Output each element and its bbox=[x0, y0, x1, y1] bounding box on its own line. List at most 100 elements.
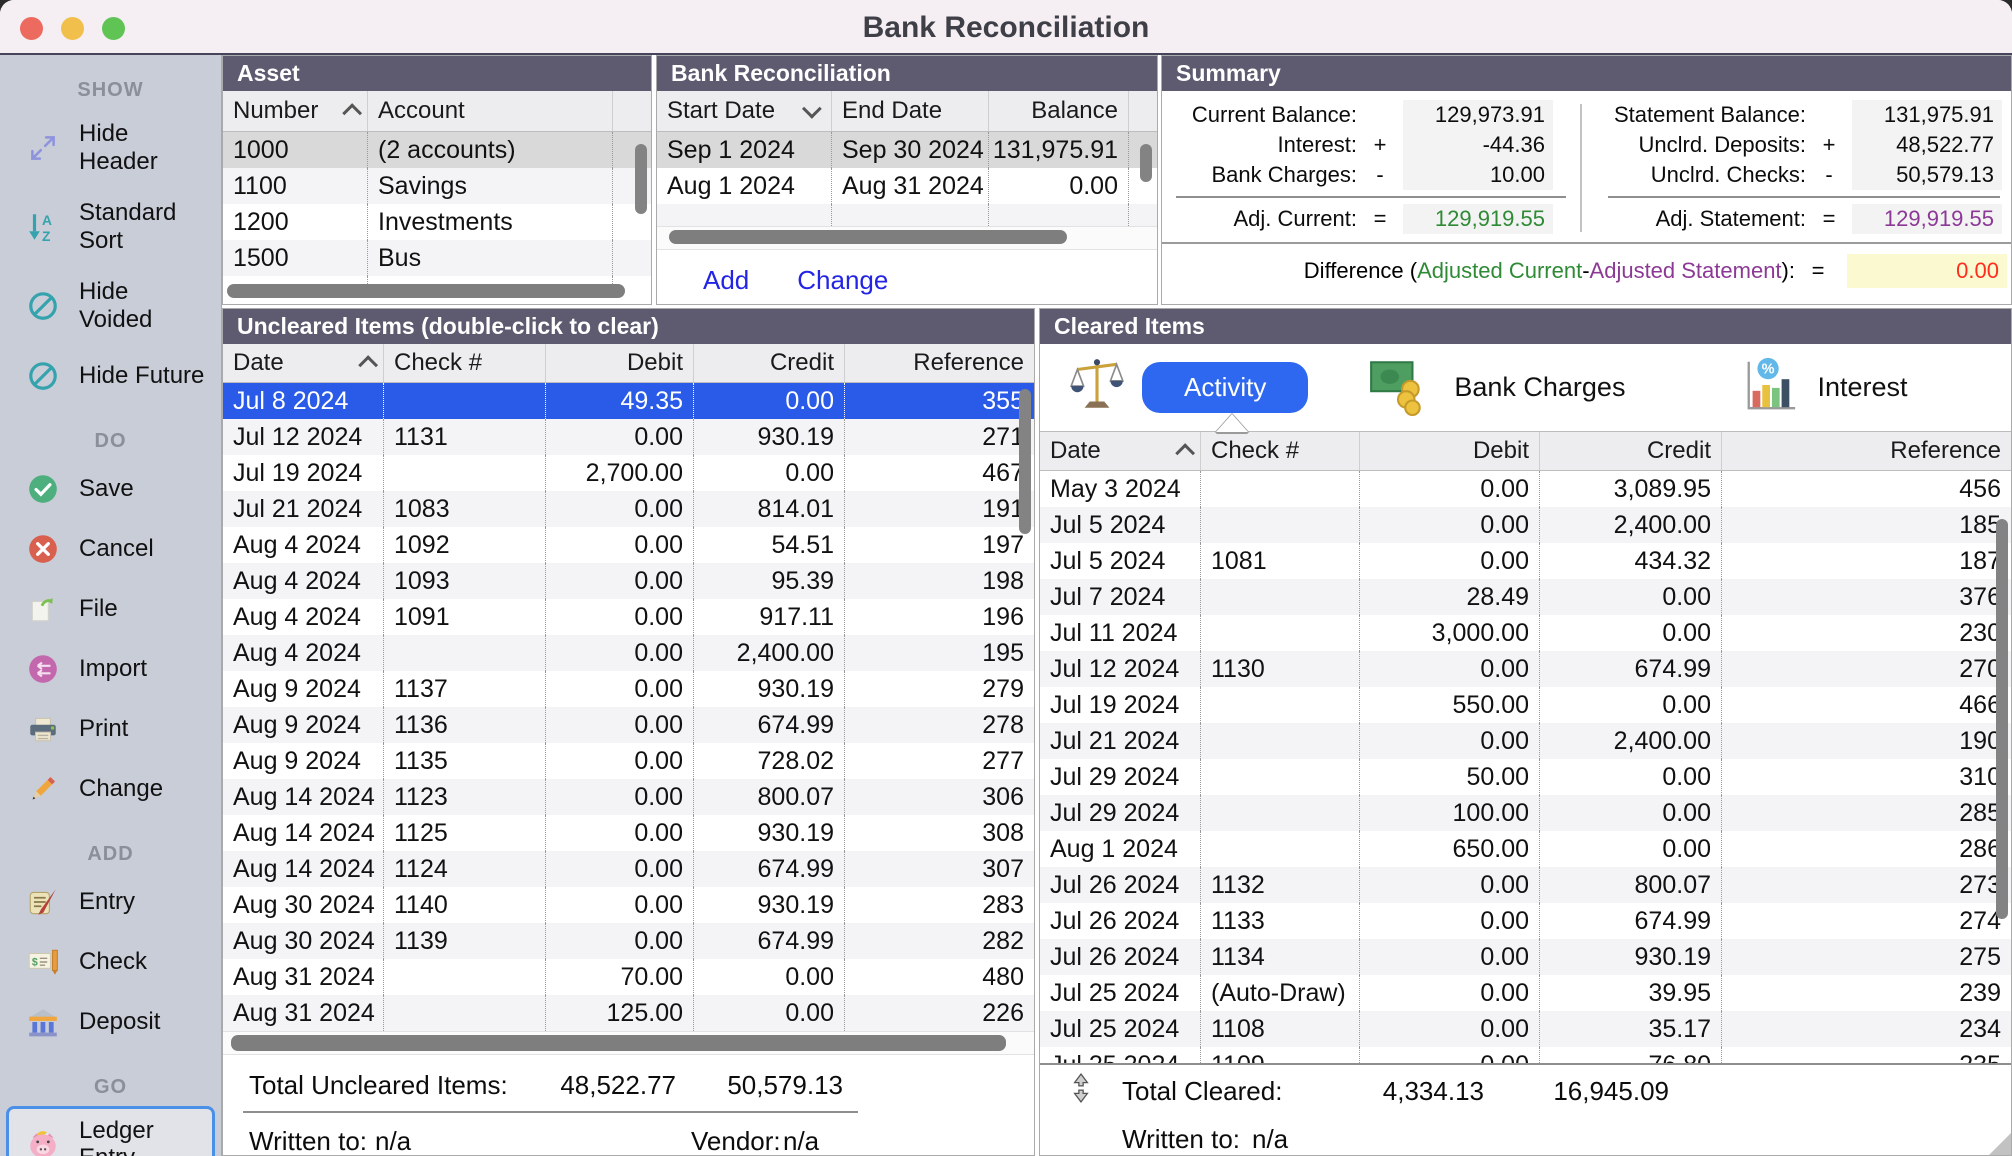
table-row[interactable]: Jul 5 2024 0.00 2,400.00 185 bbox=[1040, 507, 2011, 543]
table-row[interactable]: Aug 31 2024 70.00 0.00 480 bbox=[223, 959, 1034, 995]
table-row[interactable]: 1100 Savings bbox=[223, 168, 651, 204]
cell-check: 1131 bbox=[384, 419, 546, 455]
table-row[interactable]: Aug 4 2024 0.00 2,400.00 195 bbox=[223, 635, 1034, 671]
table-row[interactable]: Aug 14 2024 1125 0.00 930.19 308 bbox=[223, 815, 1034, 851]
sidebar-item-cancel[interactable]: Cancel bbox=[6, 520, 215, 578]
tab-bank-charges[interactable]: Bank Charges bbox=[1454, 372, 1625, 403]
column-number[interactable]: Number bbox=[223, 91, 368, 131]
asset-panel: Asset Number Account 1000 (2 accounts) 1… bbox=[222, 55, 652, 305]
sidebar-item-deposit[interactable]: Deposit bbox=[6, 993, 215, 1051]
sidebar-item-check[interactable]: $ Check bbox=[6, 933, 215, 991]
cleared-items-panel: Cleared Items Activity Bank Charges % In… bbox=[1039, 308, 2012, 1156]
table-row[interactable]: Aug 9 2024 1136 0.00 674.99 278 bbox=[223, 707, 1034, 743]
sidebar-item-hide-future[interactable]: Hide Future bbox=[6, 347, 215, 405]
table-row[interactable]: Aug 30 2024 1139 0.00 674.99 282 bbox=[223, 923, 1034, 959]
column-date[interactable]: Date bbox=[1040, 432, 1201, 470]
column-credit[interactable]: Credit bbox=[1540, 432, 1722, 470]
cell-reference: 198 bbox=[845, 563, 1034, 599]
table-row[interactable]: Sep 1 2024 Sep 30 2024 131,975.91 bbox=[657, 132, 1157, 168]
cell-check bbox=[1201, 723, 1360, 759]
column-debit[interactable]: Debit bbox=[546, 344, 694, 382]
sidebar-item-print[interactable]: Print bbox=[6, 700, 215, 758]
difference-value: 0.00 bbox=[1847, 254, 2007, 288]
column-reference[interactable]: Reference bbox=[845, 344, 1034, 382]
table-row[interactable]: Aug 4 2024 1093 0.00 95.39 198 bbox=[223, 563, 1034, 599]
table-row[interactable]: Aug 9 2024 1135 0.00 728.02 277 bbox=[223, 743, 1034, 779]
table-row[interactable]: 1000 (2 accounts) bbox=[223, 132, 651, 168]
tab-activity[interactable]: Activity bbox=[1142, 362, 1308, 413]
table-row[interactable]: May 3 2024 0.00 3,089.95 456 bbox=[1040, 471, 2011, 507]
sidebar-item-ledger-entry[interactable]: Ledger Entry bbox=[6, 1106, 215, 1156]
sidebar-item-standard-sort[interactable]: AZ Standard Sort bbox=[6, 188, 215, 265]
column-reference[interactable]: Reference bbox=[1722, 432, 2011, 470]
svg-text:%: % bbox=[1762, 361, 1775, 377]
table-row[interactable]: Aug 31 2024 125.00 0.00 226 bbox=[223, 995, 1034, 1031]
column-credit[interactable]: Credit bbox=[694, 344, 845, 382]
table-row[interactable]: Jul 21 2024 1083 0.00 814.01 191 bbox=[223, 491, 1034, 527]
uncleared-horizontal-scrollbar[interactable] bbox=[231, 1035, 1006, 1051]
table-row[interactable]: Jul 26 2024 1133 0.00 674.99 274 bbox=[1040, 903, 2011, 939]
vendor-label: Vendor: bbox=[691, 1126, 781, 1156]
cleared-vertical-scrollbar[interactable] bbox=[1996, 519, 2008, 919]
table-row[interactable]: Aug 1 2024 Aug 31 2024 0.00 bbox=[657, 168, 1157, 204]
column-check[interactable]: Check # bbox=[384, 344, 546, 382]
table-row[interactable]: Aug 4 2024 1091 0.00 917.11 196 bbox=[223, 599, 1034, 635]
table-row[interactable]: Jul 5 2024 1081 0.00 434.32 187 bbox=[1040, 543, 2011, 579]
table-row[interactable]: Aug 4 2024 1092 0.00 54.51 197 bbox=[223, 527, 1034, 563]
table-row[interactable]: 1200 Investments bbox=[223, 204, 651, 240]
cell-start-date: Aug 1 2024 bbox=[657, 168, 832, 204]
table-row[interactable]: Aug 14 2024 1124 0.00 674.99 307 bbox=[223, 851, 1034, 887]
table-row[interactable]: Jul 21 2024 0.00 2,400.00 190 bbox=[1040, 723, 2011, 759]
table-row[interactable] bbox=[657, 204, 1157, 227]
column-date[interactable]: Date bbox=[223, 344, 384, 382]
column-end-date[interactable]: End Date bbox=[832, 91, 989, 131]
cell-check bbox=[1201, 759, 1360, 795]
sidebar-item-change[interactable]: Change bbox=[6, 760, 215, 818]
column-start-date[interactable]: Start Date bbox=[657, 91, 832, 131]
column-account[interactable]: Account bbox=[368, 91, 613, 131]
table-row[interactable]: Jul 26 2024 1134 0.00 930.19 275 bbox=[1040, 939, 2011, 975]
tab-interest[interactable]: Interest bbox=[1817, 372, 1907, 403]
change-reconciliation-link[interactable]: Change bbox=[797, 265, 888, 296]
asset-vertical-scrollbar[interactable] bbox=[635, 144, 647, 214]
reconciliation-horizontal-scrollbar[interactable] bbox=[669, 230, 1067, 244]
table-row[interactable]: Jul 19 2024 2,700.00 0.00 467 bbox=[223, 455, 1034, 491]
table-row[interactable]: Jul 12 2024 1130 0.00 674.99 270 bbox=[1040, 651, 2011, 687]
table-row[interactable]: Jul 25 2024 (Auto-Draw) 0.00 39.95 239 bbox=[1040, 975, 2011, 1011]
table-row[interactable]: Jul 8 2024 49.35 0.00 355 bbox=[223, 383, 1034, 419]
cell-reference: 226 bbox=[845, 995, 1034, 1031]
sidebar-item-save[interactable]: Save bbox=[6, 460, 215, 518]
cell-debit: 650.00 bbox=[1360, 831, 1540, 867]
table-row[interactable]: Aug 1 2024 650.00 0.00 286 bbox=[1040, 831, 2011, 867]
add-reconciliation-link[interactable]: Add bbox=[703, 265, 749, 296]
table-row[interactable]: Jul 29 2024 100.00 0.00 285 bbox=[1040, 795, 2011, 831]
column-check[interactable]: Check # bbox=[1201, 432, 1360, 470]
table-row[interactable]: Jul 26 2024 1132 0.00 800.07 273 bbox=[1040, 867, 2011, 903]
cell-reference: 187 bbox=[1722, 543, 2011, 579]
sidebar-item-file[interactable]: File bbox=[6, 580, 215, 638]
cell-check: 1136 bbox=[384, 707, 546, 743]
table-row[interactable]: Jul 29 2024 50.00 0.00 310 bbox=[1040, 759, 2011, 795]
column-balance[interactable]: Balance bbox=[989, 91, 1129, 131]
table-row[interactable]: Jul 11 2024 3,000.00 0.00 230 bbox=[1040, 615, 2011, 651]
sidebar-item-import[interactable]: Import bbox=[6, 640, 215, 698]
table-row[interactable]: Jul 12 2024 1131 0.00 930.19 271 bbox=[223, 419, 1034, 455]
reconciliation-vertical-scrollbar[interactable] bbox=[1140, 144, 1152, 182]
table-row[interactable]: Jul 19 2024 550.00 0.00 466 bbox=[1040, 687, 2011, 723]
table-row[interactable]: 1500 Bus bbox=[223, 240, 651, 276]
table-row[interactable]: Aug 14 2024 1123 0.00 800.07 306 bbox=[223, 779, 1034, 815]
table-row[interactable]: Aug 30 2024 1140 0.00 930.19 283 bbox=[223, 887, 1034, 923]
column-debit[interactable]: Debit bbox=[1360, 432, 1540, 470]
asset-column-header: Number Account bbox=[223, 91, 651, 132]
sort-both-icon[interactable] bbox=[1070, 1073, 1092, 1110]
sidebar-item-hide-voided[interactable]: Hide Voided bbox=[6, 267, 215, 344]
table-row[interactable]: Jul 7 2024 28.49 0.00 376 bbox=[1040, 579, 2011, 615]
uncleared-checks-label: Unclrd. Checks: bbox=[1596, 162, 1806, 188]
sidebar-item-hide-header[interactable]: Hide Header bbox=[6, 109, 215, 186]
table-row[interactable]: Aug 9 2024 1137 0.00 930.19 279 bbox=[223, 671, 1034, 707]
table-row[interactable]: Jul 25 2024 1108 0.00 35.17 234 bbox=[1040, 1011, 2011, 1047]
asset-horizontal-scrollbar[interactable] bbox=[227, 284, 625, 298]
sidebar-item-entry[interactable]: Entry bbox=[6, 873, 215, 931]
uncleared-vertical-scrollbar[interactable] bbox=[1019, 389, 1031, 534]
window-resize-grip[interactable] bbox=[1989, 1133, 2011, 1155]
